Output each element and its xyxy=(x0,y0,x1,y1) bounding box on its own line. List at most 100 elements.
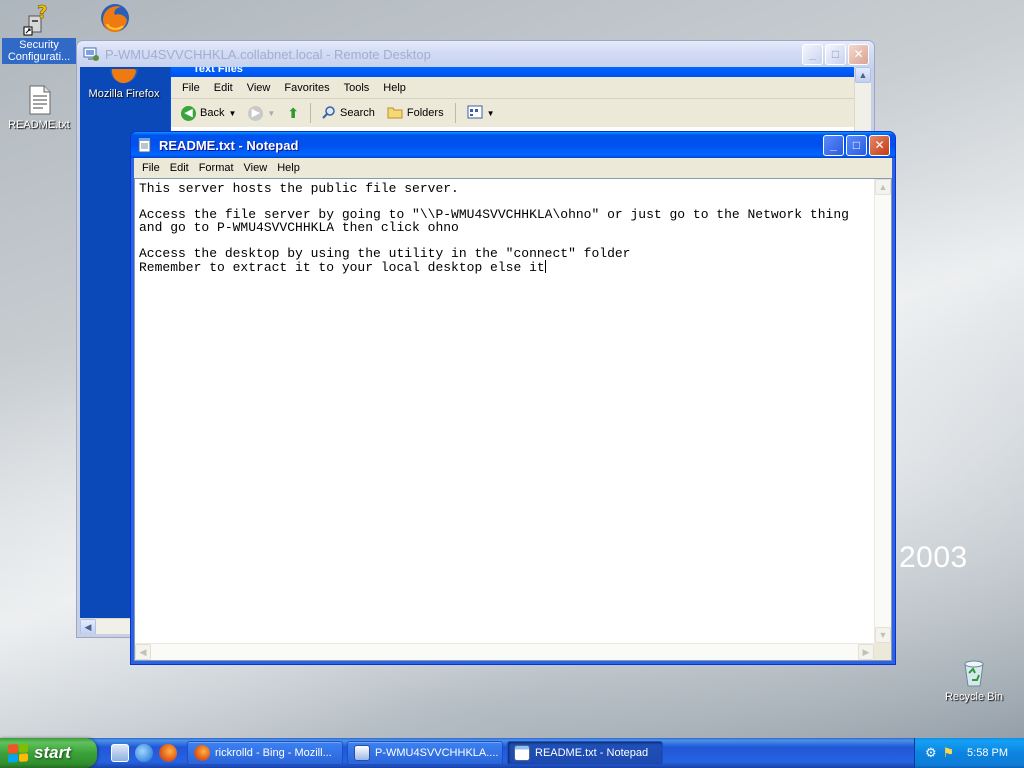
remote-desktop-icon xyxy=(354,745,370,761)
svg-text:?: ? xyxy=(37,4,47,23)
chevron-down-icon: ▼ xyxy=(486,108,495,118)
minimize-icon: _ xyxy=(809,47,816,61)
menu-tools[interactable]: Tools xyxy=(337,82,377,94)
taskbar: start rickrolld - Bing - Mozill... P-WMU… xyxy=(0,738,1024,768)
desktop-icon-label: README.txt xyxy=(8,119,70,131)
menu-format[interactable]: Format xyxy=(194,162,239,174)
notepad-horizontal-scrollbar[interactable]: ◀ ▶ xyxy=(135,643,874,660)
network-icon[interactable]: ⚙ xyxy=(925,745,937,761)
task-label: README.txt - Notepad xyxy=(535,747,649,759)
up-folder-button[interactable]: ⬆ xyxy=(283,103,303,124)
show-desktop-icon[interactable] xyxy=(111,744,129,762)
clock[interactable]: 5:58 PM xyxy=(967,747,1008,759)
firefox-icon xyxy=(194,745,210,761)
desktop-icon-label: Mozilla Firefox xyxy=(88,88,160,100)
menu-file[interactable]: File xyxy=(175,82,207,94)
close-button[interactable]: ✕ xyxy=(848,43,869,65)
search-label: Search xyxy=(340,107,375,119)
security-config-icon: ? xyxy=(23,2,55,36)
scroll-right-button[interactable]: ▶ xyxy=(858,644,874,660)
minimize-button[interactable]: _ xyxy=(823,134,844,156)
desktop-icon-firefox[interactable] xyxy=(80,2,150,36)
maximize-button[interactable]: □ xyxy=(825,43,846,65)
scroll-up-button[interactable]: ▲ xyxy=(875,179,891,195)
security-alert-icon[interactable]: ⚑ xyxy=(943,745,955,761)
quick-launch xyxy=(97,738,187,768)
menu-view[interactable]: View xyxy=(240,82,278,94)
menu-favorites[interactable]: Favorites xyxy=(277,82,336,94)
toolbar-separator xyxy=(454,103,456,123)
forward-button[interactable]: ▶ ▼ xyxy=(244,104,279,123)
remote-desktop-icon xyxy=(83,46,99,62)
search-button[interactable]: Search xyxy=(318,103,379,124)
desktop-icon-recycle-bin[interactable]: Recycle Bin xyxy=(937,656,1011,704)
wallpaper-text: 2003 xyxy=(899,541,968,574)
close-button[interactable]: ✕ xyxy=(869,134,890,156)
desktop-icon-label: Security Configurati... xyxy=(2,38,76,64)
notepad-window[interactable]: README.txt - Notepad _ □ ✕ File Edit For… xyxy=(130,131,896,665)
notepad-icon xyxy=(514,745,530,761)
explorer-menubar: File Edit View Favorites Tools Help xyxy=(171,77,871,99)
text-caret xyxy=(544,260,546,273)
back-arrow-icon: ◀ xyxy=(181,105,196,121)
chevron-right-icon: ▶ xyxy=(862,646,870,657)
window-title: P-WMU4SVVCHHKLA.collabnet.local - Remote… xyxy=(105,46,431,62)
desktop-icon-readme[interactable]: README.txt xyxy=(2,84,76,132)
notepad-vertical-scrollbar[interactable]: ▲ ▼ xyxy=(874,179,891,643)
task-label: rickrolld - Bing - Mozill... xyxy=(215,747,332,759)
back-label: Back xyxy=(200,107,225,119)
menu-help[interactable]: Help xyxy=(272,162,305,174)
document-text: This server hosts the public file server… xyxy=(139,181,849,275)
remote-desktop-titlebar[interactable]: P-WMU4SVVCHHKLA.collabnet.local - Remote… xyxy=(77,41,874,67)
desktop-icon-security-config[interactable]: ? Security Configurati... xyxy=(2,2,76,64)
views-icon xyxy=(467,105,483,122)
scroll-left-button[interactable]: ◀ xyxy=(80,619,96,634)
close-icon: ✕ xyxy=(853,47,864,61)
chevron-up-icon: ▲ xyxy=(878,182,888,192)
desktop-icon-label: Recycle Bin xyxy=(944,691,1004,703)
menu-file[interactable]: File xyxy=(137,162,165,174)
folder-icon xyxy=(387,105,403,122)
firefox-icon[interactable] xyxy=(159,744,177,762)
back-button[interactable]: ◀ Back ▼ xyxy=(177,104,240,123)
taskbar-item-firefox[interactable]: rickrolld - Bing - Mozill... xyxy=(187,741,343,765)
menu-view[interactable]: View xyxy=(239,162,273,174)
notepad-editor[interactable]: This server hosts the public file server… xyxy=(134,178,892,661)
maximize-icon: □ xyxy=(831,47,840,61)
chevron-left-icon: ◀ xyxy=(139,646,147,657)
task-label: P-WMU4SVVCHHKLA.... xyxy=(375,747,499,759)
window-title: README.txt - Notepad xyxy=(159,137,299,153)
maximize-icon: □ xyxy=(852,138,861,152)
system-tray: ⚙ ⚑ 5:58 PM xyxy=(914,738,1024,768)
toolbar-separator xyxy=(310,103,312,123)
menu-help[interactable]: Help xyxy=(376,82,413,94)
taskbar-item-remote-desktop[interactable]: P-WMU4SVVCHHKLA.... xyxy=(347,741,503,765)
notepad-text-area[interactable]: This server hosts the public file server… xyxy=(137,181,871,640)
notepad-titlebar[interactable]: README.txt - Notepad _ □ ✕ xyxy=(131,132,895,158)
close-icon: ✕ xyxy=(874,138,885,152)
start-button[interactable]: start xyxy=(0,738,97,768)
taskbar-item-notepad[interactable]: README.txt - Notepad xyxy=(507,741,663,765)
search-icon xyxy=(322,105,336,122)
explorer-title: Text Files xyxy=(171,67,871,77)
text-file-icon xyxy=(23,84,55,116)
chevron-down-icon: ▼ xyxy=(228,108,237,118)
menu-edit[interactable]: Edit xyxy=(207,82,240,94)
size-grip[interactable] xyxy=(874,643,891,660)
scroll-left-button[interactable]: ◀ xyxy=(135,644,151,660)
scroll-up-button[interactable]: ▲ xyxy=(855,67,871,83)
maximize-button[interactable]: □ xyxy=(846,134,867,156)
folders-label: Folders xyxy=(406,107,444,119)
minimize-button[interactable]: _ xyxy=(802,43,823,65)
chevron-down-icon: ▼ xyxy=(267,108,276,118)
notepad-menubar: File Edit Format View Help xyxy=(134,158,892,178)
views-button[interactable]: ▼ xyxy=(463,103,499,124)
folders-button[interactable]: Folders xyxy=(383,103,448,124)
minimize-icon: _ xyxy=(830,138,837,152)
forward-arrow-icon: ▶ xyxy=(248,105,264,121)
internet-explorer-icon[interactable] xyxy=(135,744,153,762)
windows-logo-icon xyxy=(8,743,28,763)
scroll-down-button[interactable]: ▼ xyxy=(875,627,891,643)
menu-edit[interactable]: Edit xyxy=(165,162,194,174)
remote-desktop-icon-firefox[interactable]: Mozilla Firefox xyxy=(82,67,166,101)
